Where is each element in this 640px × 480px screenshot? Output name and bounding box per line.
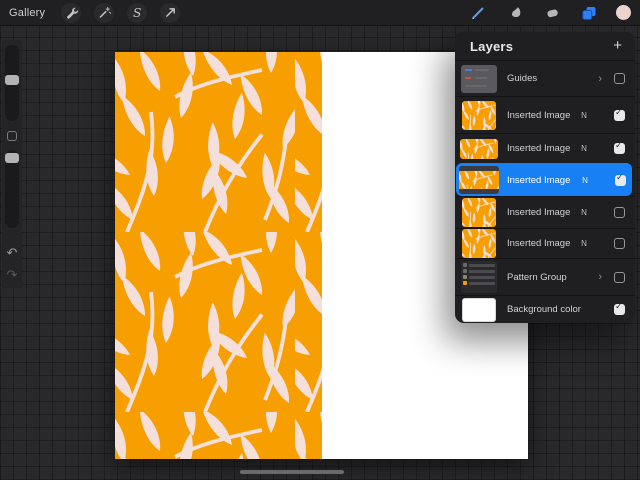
layer-row[interactable]: Pattern Group › [455, 258, 635, 295]
right-tool-group [468, 3, 631, 23]
layer-label: Inserted Image [507, 143, 571, 154]
layer-row[interactable]: Background color [455, 295, 635, 323]
layer-row[interactable]: Inserted Image N [455, 133, 635, 163]
leaf-pattern-artwork [115, 52, 322, 459]
actions-wrench-icon[interactable] [61, 2, 82, 23]
blend-mode-button[interactable]: N [578, 239, 590, 248]
top-toolbar: Gallery S [0, 0, 640, 26]
layer-row[interactable]: Inserted Image N [455, 96, 635, 133]
chevron-right-icon[interactable]: › [598, 73, 602, 85]
blend-mode-button[interactable]: N [578, 208, 590, 217]
smudge-icon[interactable] [505, 3, 525, 23]
color-swatch[interactable] [616, 5, 631, 20]
brush-size-slider[interactable] [5, 45, 19, 121]
blend-mode-button[interactable]: N [579, 176, 591, 185]
opacity-handle[interactable] [5, 153, 19, 163]
guides-thumbnail [461, 64, 497, 93]
redo-button[interactable]: ↷ [2, 268, 22, 284]
layer-thumbnail [462, 198, 496, 227]
blend-mode-button[interactable]: N [578, 144, 590, 153]
layer-label: Inserted Image [507, 174, 571, 186]
layer-row[interactable]: Inserted Image N [456, 163, 632, 196]
layers-icon[interactable] [579, 3, 599, 23]
layer-visibility-checkbox[interactable] [614, 108, 625, 121]
layer-label: Inserted Image [507, 109, 571, 121]
layer-row[interactable]: Inserted Image N [455, 196, 635, 228]
left-tool-group: S [61, 2, 181, 23]
layer-visibility-checkbox[interactable] [614, 141, 625, 154]
home-indicator[interactable] [240, 470, 344, 474]
layer-visibility-checkbox[interactable] [614, 207, 625, 218]
adjustments-wand-icon[interactable] [94, 2, 115, 23]
layer-visibility-checkbox[interactable] [615, 173, 626, 186]
layers-panel: Layers + Guides › Inserted Image N ✓ Ins… [455, 32, 635, 323]
layer-row[interactable]: Guides › [455, 60, 635, 96]
group-thumbnail [461, 261, 497, 293]
chevron-right-icon[interactable]: › [598, 271, 602, 283]
layers-panel-title: Layers [470, 38, 514, 54]
layer-label: Guides [507, 73, 538, 84]
layer-visibility-checkbox[interactable] [614, 73, 625, 84]
modify-button[interactable] [7, 131, 17, 141]
selections-s-icon[interactable]: S [127, 2, 148, 23]
brush-size-handle[interactable] [5, 75, 19, 85]
gallery-button[interactable]: Gallery [9, 7, 45, 19]
eraser-icon[interactable] [542, 3, 562, 23]
transform-arrow-icon[interactable] [160, 2, 181, 23]
layer-thumbnail [460, 138, 498, 159]
layers-panel-header: Layers + [455, 32, 635, 60]
layer-visibility-checkbox[interactable] [614, 238, 625, 249]
sidebar-controls: ↶ ↷ [2, 40, 22, 288]
brush-icon[interactable] [468, 3, 488, 23]
layer-thumbnail [462, 100, 496, 130]
layer-label: Inserted Image [507, 207, 571, 218]
selections-s-glyph: S [133, 5, 142, 20]
layer-label: Background color [507, 304, 581, 315]
layer-label: Pattern Group [507, 271, 567, 283]
blend-mode-button[interactable]: N [578, 111, 590, 120]
layer-thumbnail [459, 166, 499, 194]
layer-row[interactable]: Inserted Image N [455, 228, 635, 258]
undo-button[interactable]: ↶ [2, 246, 22, 262]
layer-thumbnail [462, 229, 496, 258]
opacity-slider[interactable] [5, 150, 19, 228]
layer-list: Guides › Inserted Image N Inserted Image N [455, 60, 635, 323]
layer-label: Inserted Image [507, 238, 571, 249]
layer-visibility-checkbox[interactable] [614, 271, 625, 283]
add-layer-button[interactable]: + [613, 38, 622, 53]
background-color-thumbnail [462, 297, 496, 322]
layer-visibility-checkbox[interactable] [614, 302, 625, 315]
